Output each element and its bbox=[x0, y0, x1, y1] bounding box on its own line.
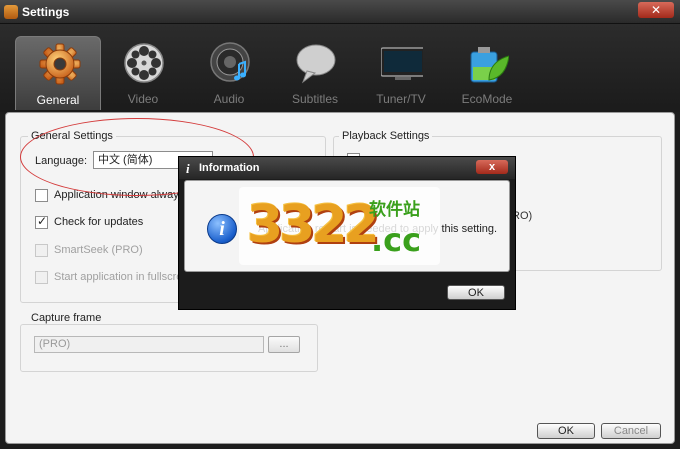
smartseek-option: SmartSeek (PRO) bbox=[35, 243, 143, 257]
always-on-top-checkbox[interactable] bbox=[35, 188, 48, 202]
capture-path-value: (PRO) bbox=[39, 338, 71, 350]
smartseek-checkbox bbox=[35, 243, 48, 257]
dialog-ok-label: OK bbox=[468, 287, 484, 299]
watermark-domain: .cc bbox=[371, 221, 422, 259]
dialog-close-label: x bbox=[488, 161, 496, 173]
tab-label: Audio bbox=[213, 92, 245, 106]
dialog-ok-button[interactable]: OK bbox=[447, 285, 505, 300]
category-tabs: General Video Audio Subtitles Tuner/TV E… bbox=[0, 24, 680, 112]
fullscreen-start-checkbox bbox=[35, 270, 48, 284]
check-updates-option[interactable]: Check for updates bbox=[35, 214, 144, 229]
window-title: Settings bbox=[22, 5, 70, 19]
dialog-title: Information bbox=[199, 162, 260, 174]
film-reel-icon bbox=[124, 43, 164, 83]
tab-tuner-tv[interactable]: Tuner/TV bbox=[358, 36, 444, 110]
watermark-number: 3322 bbox=[247, 195, 380, 255]
tab-label: EcoMode bbox=[461, 92, 513, 106]
tv-icon bbox=[381, 47, 423, 80]
dialog-close-button[interactable]: x bbox=[476, 160, 508, 174]
window-close-button[interactable]: ✕ bbox=[638, 2, 674, 18]
cancel-label: Cancel bbox=[613, 425, 649, 437]
ok-button[interactable]: OK bbox=[537, 423, 595, 439]
gear-icon bbox=[39, 43, 81, 85]
capture-path-input: (PRO) bbox=[34, 336, 264, 353]
tab-audio[interactable]: Audio bbox=[186, 36, 272, 110]
speaker-icon bbox=[210, 42, 250, 82]
playback-settings-title: Playback Settings bbox=[339, 130, 433, 142]
settings-window: Settings ✕ General Video Audio Subtitles… bbox=[0, 0, 680, 449]
smartseek-label: SmartSeek (PRO) bbox=[54, 244, 143, 256]
tab-general[interactable]: General bbox=[15, 36, 101, 110]
ok-label: OK bbox=[558, 425, 574, 437]
check-updates-checkbox[interactable] bbox=[35, 214, 48, 229]
dialog-title-bar[interactable]: i Information x bbox=[179, 157, 515, 179]
watermark-chinese: 软件站 bbox=[369, 200, 420, 219]
tab-label: General bbox=[36, 93, 80, 107]
tab-label: Video bbox=[127, 92, 159, 106]
watermark-logo: 3322 软件站 .cc bbox=[239, 187, 440, 265]
capture-browse-button: ... bbox=[268, 336, 300, 353]
info-icon: i bbox=[207, 214, 237, 244]
battery-leaf-icon bbox=[470, 47, 509, 83]
tab-label: Tuner/TV bbox=[376, 92, 426, 106]
tab-video[interactable]: Video bbox=[100, 36, 186, 110]
tab-subtitles[interactable]: Subtitles bbox=[272, 36, 358, 110]
app-icon bbox=[4, 5, 18, 19]
speech-bubble-icon bbox=[296, 44, 336, 84]
cancel-button[interactable]: Cancel bbox=[601, 423, 661, 439]
tab-ecomode[interactable]: EcoMode bbox=[444, 36, 530, 110]
tab-label: Subtitles bbox=[291, 92, 339, 106]
check-updates-label: Check for updates bbox=[54, 216, 144, 228]
info-small-icon: i bbox=[186, 161, 190, 176]
browse-label: ... bbox=[279, 338, 289, 350]
title-bar[interactable]: Settings ✕ bbox=[0, 0, 680, 24]
capture-frame-title: Capture frame bbox=[28, 312, 105, 324]
